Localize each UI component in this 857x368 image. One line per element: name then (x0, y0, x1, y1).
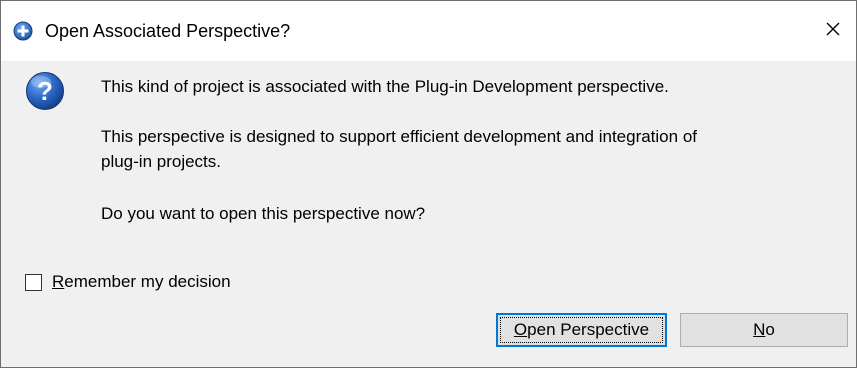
message-line-2b: plug-in projects. (101, 152, 222, 171)
open-perspective-label: Open Perspective (513, 320, 650, 339)
remember-decision-label: Remember my decision (52, 272, 231, 291)
message-line-3: Do you want to open this perspective now… (101, 204, 426, 223)
close-button[interactable] (810, 1, 856, 61)
dialog-body: ? This kind of project is associated wit… (1, 61, 856, 367)
no-label: No (753, 320, 775, 339)
checkbox-box[interactable] (25, 273, 42, 291)
dialog-window: Open Associated Perspective? ? This kind… (0, 0, 857, 368)
open-perspective-button[interactable]: Open Perspective (496, 313, 667, 347)
no-button[interactable]: No (680, 313, 848, 347)
title-bar[interactable]: Open Associated Perspective? (1, 1, 856, 61)
window-title: Open Associated Perspective? (45, 21, 291, 41)
message-line-1: This kind of project is associated with … (101, 77, 669, 96)
question-icon: ? (25, 71, 65, 111)
remember-decision-checkbox[interactable]: Remember my decision (25, 271, 231, 293)
close-icon (825, 21, 841, 42)
message-line-2a: This perspective is designed to support … (101, 127, 697, 146)
eclipse-plus-icon (13, 21, 33, 41)
focus-ring: Open Perspective (500, 317, 663, 343)
svg-text:?: ? (37, 76, 53, 106)
